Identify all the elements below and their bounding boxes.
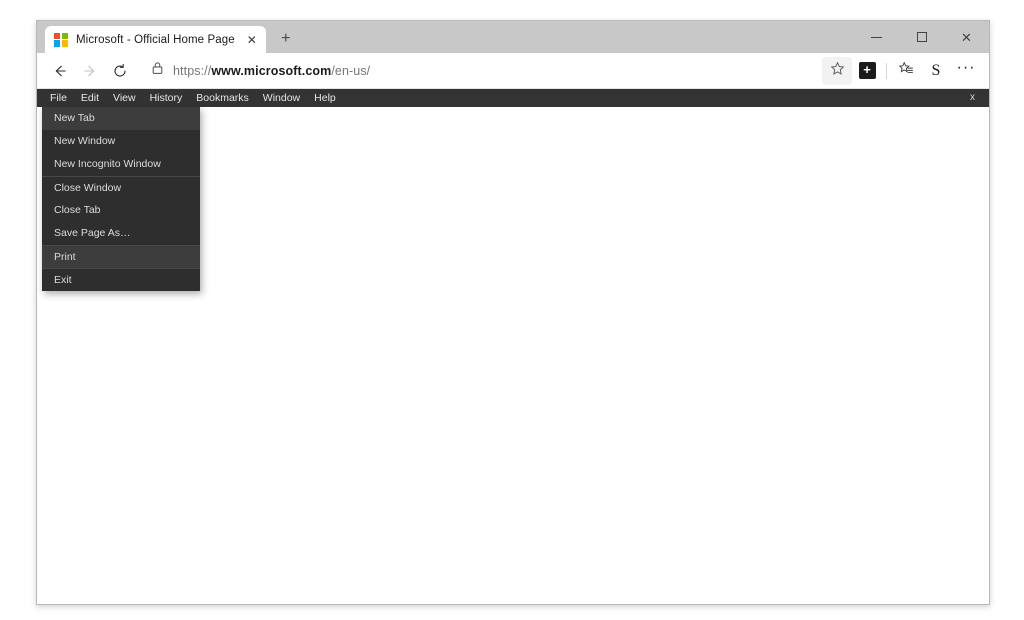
minimize-icon <box>871 36 882 38</box>
toolbar-divider <box>886 62 887 79</box>
menu-bar-item-history[interactable]: History <box>143 89 190 107</box>
address-bar[interactable]: https://www.microsoft.com/en-us/ <box>141 57 816 84</box>
refresh-icon <box>112 63 128 79</box>
settings-more-button[interactable]: ··· <box>951 54 981 88</box>
tab-close-icon[interactable]: ✕ <box>244 32 260 48</box>
forward-arrow-icon <box>82 63 98 79</box>
star-icon <box>830 61 845 81</box>
collections-button[interactable]: + <box>852 57 882 85</box>
url-text: https://www.microsoft.com/en-us/ <box>173 63 371 78</box>
menu-bar-item-window[interactable]: Window <box>256 89 307 107</box>
refresh-button[interactable] <box>105 57 135 85</box>
menu-item-save-page-as[interactable]: Save Page As… <box>42 222 200 245</box>
menu-item-new-incognito-window[interactable]: New Incognito Window <box>42 153 200 176</box>
maximize-button[interactable] <box>899 21 944 53</box>
favorite-star-button[interactable] <box>822 56 852 85</box>
menu-item-exit[interactable]: Exit <box>42 268 200 291</box>
menu-item-close-tab[interactable]: Close Tab <box>42 199 200 222</box>
back-arrow-icon <box>52 63 68 79</box>
menu-bar-item-bookmarks[interactable]: Bookmarks <box>189 89 256 107</box>
plus-square-icon: + <box>858 62 876 79</box>
file-menu-dropdown: New Tab New Window New Incognito Window … <box>42 107 200 291</box>
menu-item-print[interactable]: Print <box>42 245 200 268</box>
forward-button <box>75 57 105 85</box>
browser-window: Microsoft - Official Home Page ✕ + ✕ htt… <box>36 20 990 605</box>
menu-item-new-tab[interactable]: New Tab <box>42 107 200 130</box>
menu-bar: File Edit View History Bookmarks Window … <box>37 89 989 107</box>
menu-bar-item-edit[interactable]: Edit <box>74 89 106 107</box>
lock-icon <box>151 61 164 80</box>
menu-bar-item-help[interactable]: Help <box>307 89 343 107</box>
close-window-button[interactable]: ✕ <box>944 21 989 53</box>
tab-strip: Microsoft - Official Home Page ✕ + ✕ <box>37 21 989 53</box>
menu-item-new-window[interactable]: New Window <box>42 130 200 153</box>
browser-tab[interactable]: Microsoft - Official Home Page ✕ <box>45 26 266 53</box>
menu-bar-close-button[interactable]: x <box>970 89 975 107</box>
minimize-button[interactable] <box>854 21 899 53</box>
menu-bar-item-file[interactable]: File <box>43 89 74 107</box>
back-button[interactable] <box>45 57 75 85</box>
close-icon: ✕ <box>961 29 972 45</box>
window-controls: ✕ <box>854 21 989 53</box>
microsoft-logo-icon <box>54 32 68 47</box>
menu-item-close-window[interactable]: Close Window <box>42 176 200 199</box>
tab-title: Microsoft - Official Home Page <box>76 33 235 46</box>
profile-button[interactable]: S <box>921 57 951 85</box>
new-tab-button[interactable]: + <box>276 29 296 49</box>
menu-bar-item-view[interactable]: View <box>106 89 143 107</box>
navigation-toolbar: https://www.microsoft.com/en-us/ + S ··· <box>37 53 989 89</box>
maximize-icon <box>916 32 927 42</box>
favorites-list-button[interactable] <box>891 57 921 85</box>
favorites-list-icon <box>898 61 914 81</box>
